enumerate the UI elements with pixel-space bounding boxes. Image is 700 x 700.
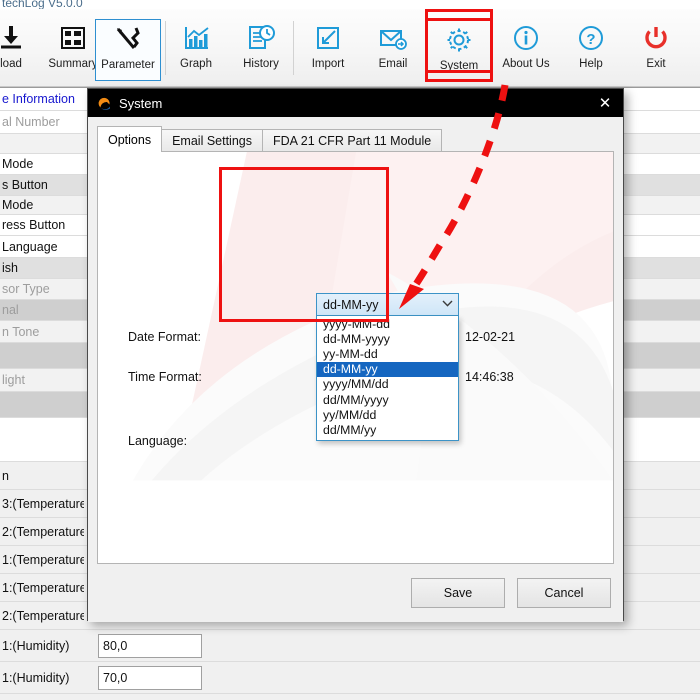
toolbar-label-help: Help	[579, 58, 603, 70]
cancel-button[interactable]: Cancel	[517, 578, 611, 608]
grid-cell-label: ish	[2, 261, 18, 275]
summary-icon	[58, 19, 88, 57]
toolbar-label-history: History	[243, 58, 279, 70]
dialog-titlebar: System ✕	[88, 89, 623, 117]
grid-cell-label: Mode	[2, 198, 34, 212]
grid-cell-label: e Information	[2, 92, 75, 106]
toolbar-label-about-us: About Us	[502, 58, 550, 70]
toolbar-item-graph[interactable]: Graph	[163, 19, 229, 81]
toolbar-label-email: Email	[378, 58, 408, 70]
document-clock-icon	[246, 19, 276, 57]
grid-cell-label: s Button	[2, 178, 48, 192]
gear-icon	[444, 21, 474, 59]
toolbar-label-load: load	[0, 58, 22, 70]
dropdown-option[interactable]: dd/MM/yyyy	[317, 392, 458, 407]
toolbar-label-exit: Exit	[646, 58, 666, 70]
svg-text:?: ?	[586, 31, 595, 48]
date-format-label: Date Format:	[128, 330, 201, 344]
power-icon	[641, 19, 671, 57]
dropdown-option[interactable]: yyyy-MM-dd	[317, 316, 458, 331]
dropdown-option[interactable]: dd-MM-yyyy	[317, 331, 458, 346]
toolbar-item-help[interactable]: ? Help	[558, 19, 624, 81]
envelope-arrow-icon	[377, 19, 409, 57]
edge-e-logo-icon	[96, 95, 112, 111]
table-row[interactable]: 1:(Humidity)	[0, 630, 700, 662]
toolbar-item-email[interactable]: Email	[360, 19, 426, 81]
date-format-row: Date Format:	[128, 330, 201, 344]
date-format-selected-value: dd-MM-yy	[323, 297, 379, 312]
dialog-button-bar: Save Cancel	[399, 578, 611, 608]
date-format-dropdown-list[interactable]: yyyy-MM-dd dd-MM-yyyy yy-MM-dd dd-MM-yy …	[316, 316, 459, 441]
grid-cell-label: 2:(Temperature)	[2, 608, 84, 623]
language-row: Language:	[128, 434, 187, 448]
toolbar-item-import[interactable]: Import	[295, 19, 361, 81]
grid-cell-label: n Tone	[2, 324, 40, 339]
toolbar-label-system: System	[439, 60, 479, 72]
toolbar-item-system[interactable]: System	[425, 18, 493, 82]
grid-cell-label: n	[2, 468, 9, 483]
grid-cell-label: nal	[2, 303, 19, 317]
save-button[interactable]: Save	[411, 578, 505, 608]
bar-chart-icon	[181, 19, 211, 57]
toolbar-item-exit[interactable]: Exit	[623, 19, 689, 81]
ribbon-toolbar: load Summary Parameter Graph History Imp…	[0, 9, 700, 87]
wrench-tools-icon	[112, 20, 144, 58]
toolbar-item-about-us[interactable]: About Us	[493, 19, 559, 81]
tab-fda-module[interactable]: FDA 21 CFR Part 11 Module	[262, 129, 443, 152]
dropdown-option[interactable]: yyyy/MM/dd	[317, 377, 458, 392]
language-label: Language:	[128, 434, 188, 448]
toolbar-label-parameter: Parameter	[101, 59, 155, 71]
grid-cell-label: 3:(Temperature)	[2, 496, 84, 511]
grid-cell-label: al Number	[2, 115, 60, 129]
date-format-combobox[interactable]: dd-MM-yy	[316, 293, 459, 316]
toolbar-label-graph: Graph	[180, 58, 212, 70]
toolbar-item-load[interactable]: load	[0, 19, 44, 81]
humidity-high-input[interactable]	[98, 633, 202, 658]
grid-cell-label: Language	[2, 239, 58, 254]
grid-cell-label: 1:(Temperature)	[2, 552, 84, 567]
grid-cell-label: Mode	[2, 157, 34, 171]
dropdown-option[interactable]: dd/MM/yy	[317, 422, 458, 437]
grid-cell-label: sor Type	[2, 282, 50, 296]
toolbar-label-summary: Summary	[48, 58, 98, 70]
tab-options[interactable]: Options	[97, 126, 163, 152]
system-dialog: System ✕ Options Email Settings FDA 21 C…	[87, 88, 624, 622]
dialog-title: System	[119, 95, 163, 111]
grid-cell-value-wrap[interactable]	[98, 633, 202, 658]
time-example-value: 14:46:38	[465, 370, 514, 384]
grid-cell-label: 1:(Humidity)	[2, 670, 70, 685]
info-circle-icon	[511, 19, 541, 57]
table-row-filler	[0, 694, 700, 700]
close-icon[interactable]: ✕	[591, 92, 619, 114]
grid-cell-label: ress Button	[2, 218, 66, 232]
toolbar-item-parameter[interactable]: Parameter	[95, 19, 161, 81]
grid-cell-label: 1:(Humidity)	[2, 638, 70, 653]
screen: techLog V5.0.0 load Summary Parameter Gr…	[0, 0, 700, 700]
dropdown-option-selected[interactable]: dd-MM-yy	[317, 361, 458, 377]
dialog-tabstrip: Options Email Settings FDA 21 CFR Part 1…	[97, 126, 443, 152]
dialog-body: Options Email Settings FDA 21 CFR Part 1…	[88, 117, 623, 622]
toolbar-label-import: Import	[311, 58, 345, 70]
tab-email-settings[interactable]: Email Settings	[161, 129, 263, 152]
time-format-row: Time Format:	[128, 370, 202, 384]
chevron-down-icon[interactable]	[440, 299, 454, 310]
dropdown-option[interactable]: yy-MM-dd	[317, 346, 458, 361]
toolbar-item-history[interactable]: History	[228, 19, 294, 81]
grid-cell-label: light	[2, 373, 25, 387]
question-circle-icon: ?	[576, 19, 606, 57]
download-icon	[0, 19, 26, 57]
grid-cell-value-wrap[interactable]	[98, 665, 202, 690]
dropdown-option[interactable]: yy/MM/dd	[317, 407, 458, 422]
time-format-label: Time Format:	[128, 370, 202, 384]
table-row[interactable]: 1:(Humidity)	[0, 662, 700, 694]
date-example-value: 12-02-21	[465, 330, 516, 344]
humidity-low-input[interactable]	[98, 665, 202, 690]
grid-cell-label: 1:(Temperature)	[2, 580, 84, 595]
grid-cell-label: 2:(Temperature)	[2, 524, 84, 539]
import-arrow-icon	[313, 19, 343, 57]
